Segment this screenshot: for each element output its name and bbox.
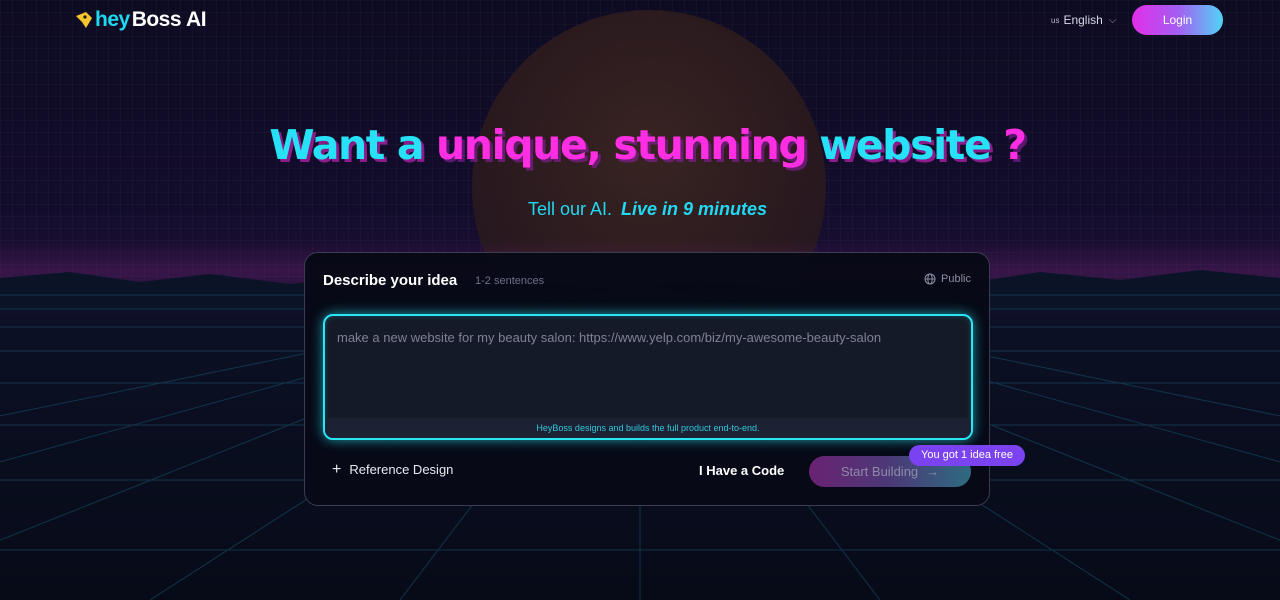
hero-subtitle: Tell our AI. Live in 9 minutes bbox=[0, 199, 1280, 220]
hero-title-part-1: Want a bbox=[269, 121, 424, 169]
brand-name-ai: AI bbox=[186, 8, 207, 31]
hero-title-part-4: ? bbox=[1003, 121, 1027, 169]
subtitle-text: Tell our AI. bbox=[527, 199, 612, 219]
hero-title-part-2: unique, stunning bbox=[436, 121, 808, 169]
language-label: English bbox=[1063, 13, 1103, 27]
card-hint: 1-2 sentences bbox=[475, 275, 545, 287]
arrow-right-icon: → bbox=[926, 464, 940, 479]
visibility-toggle[interactable]: Public bbox=[924, 273, 971, 285]
chevron-down-icon: ⌵ bbox=[1108, 14, 1117, 26]
start-building-label: Start Building bbox=[840, 464, 919, 479]
subtitle-emphasis: Live in 9 minutes bbox=[621, 199, 768, 219]
brand-name-hey: hey bbox=[95, 8, 130, 31]
card-title: Describe your idea bbox=[323, 272, 458, 289]
logo-icon bbox=[76, 12, 92, 28]
globe-icon bbox=[924, 273, 936, 285]
reference-design-button[interactable]: + Reference Design bbox=[332, 461, 454, 478]
hero-title-part-3: website bbox=[819, 121, 992, 169]
free-idea-badge: You got 1 idea free bbox=[909, 445, 1025, 466]
brand-logo[interactable]: hey Boss AI bbox=[74, 8, 207, 32]
page: hey Boss AI us English ⌵ Login Want a un… bbox=[0, 0, 1280, 600]
idea-input-footer: HeyBoss designs and builds the full prod… bbox=[325, 418, 971, 438]
reference-design-label: Reference Design bbox=[349, 462, 454, 477]
login-button[interactable]: Login bbox=[1132, 5, 1223, 35]
have-code-button[interactable]: I Have a Code bbox=[699, 463, 784, 478]
flag-icon: us bbox=[1051, 15, 1060, 25]
brand-name-boss: Boss bbox=[131, 8, 182, 31]
plus-icon: + bbox=[332, 461, 342, 478]
hero-title: Want a unique, stunning website ? bbox=[0, 121, 1280, 169]
language-selector[interactable]: us English ⌵ bbox=[1051, 13, 1116, 27]
visibility-label: Public bbox=[941, 273, 971, 285]
idea-input[interactable]: make a new website for my beauty salon: … bbox=[323, 314, 973, 440]
idea-input-placeholder: make a new website for my beauty salon: … bbox=[337, 330, 882, 345]
idea-card: Describe your idea 1-2 sentences Public … bbox=[304, 252, 990, 506]
